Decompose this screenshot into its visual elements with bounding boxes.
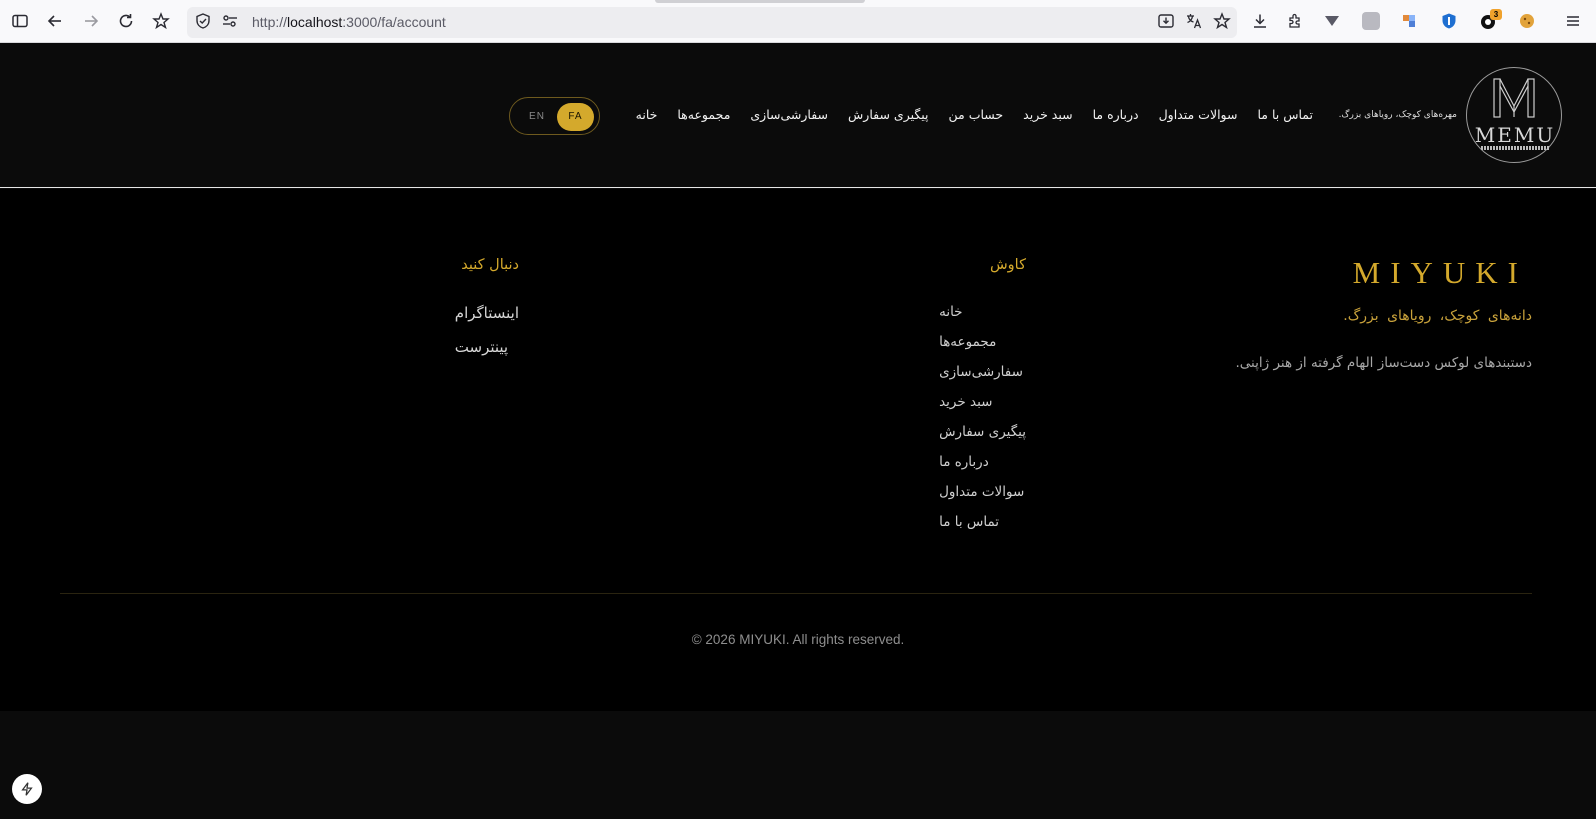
back-icon[interactable] <box>44 10 66 32</box>
extension-puzzle-icon[interactable] <box>1400 12 1418 30</box>
nav-cart[interactable]: سبد خرید <box>1023 107 1072 122</box>
nav-my-account[interactable]: حساب من <box>949 107 1004 122</box>
reload-icon[interactable] <box>115 10 137 32</box>
nav-home[interactable]: خانه <box>636 107 658 122</box>
logo-monogram-icon <box>1493 78 1535 118</box>
social-link-pinterest[interactable]: پینترست <box>455 338 508 356</box>
explore-links: خانه مجموعه‌ها سفارشی‌سازی سبد خرید پیگی… <box>939 304 1026 530</box>
logo-wordmark: MEMU <box>1474 123 1556 147</box>
permissions-icon[interactable] <box>219 10 241 32</box>
download-icon[interactable] <box>1249 10 1271 32</box>
footer-link-cart[interactable]: سبد خرید <box>939 394 992 410</box>
sidebar-icon[interactable] <box>9 10 31 32</box>
footer-link-faq[interactable]: سوالات متداول <box>939 484 1024 500</box>
shield-icon[interactable] <box>192 10 214 32</box>
footer-link-home[interactable]: خانه <box>939 304 962 320</box>
url-prefix: http:// <box>252 14 288 30</box>
footer-link-track-order[interactable]: پیگیری سفارش <box>939 424 1026 440</box>
vpn-extension-icon[interactable] <box>1323 12 1341 30</box>
footer-link-contact[interactable]: تماس با ما <box>939 514 999 530</box>
bookmark-page-icon[interactable] <box>150 10 172 32</box>
copyright: © 2026 MIYUKI. All rights reserved. <box>691 632 905 647</box>
site-header: MEMU مهره‌های کوچک، رویاهای بزرگ. خانه م… <box>0 43 1596 188</box>
tab-strip-hint <box>655 0 865 3</box>
footer-tagline: دانه‌های کوچک، رویاهای بزرگ. <box>1343 308 1532 324</box>
nav-track-order[interactable]: پیگیری سفارش <box>848 107 928 122</box>
star-icon[interactable] <box>1211 10 1233 32</box>
lang-fa-option[interactable]: FA <box>557 103 594 131</box>
extension-gray-icon[interactable] <box>1362 12 1380 30</box>
main-nav: خانه مجموعه‌ها سفارشی‌سازی پیگیری سفارش … <box>636 107 1313 122</box>
footer-brand: MIYUKI <box>1352 255 1528 290</box>
social-links: اینستاگرام پینترست <box>455 304 519 356</box>
translate-icon[interactable] <box>1183 10 1205 32</box>
header-tagline: مهره‌های کوچک، رویاهای بزرگ. <box>1338 110 1457 120</box>
explore-title: کاوش <box>989 257 1026 273</box>
lang-en-option[interactable]: EN <box>520 106 554 128</box>
lightning-icon[interactable] <box>12 774 42 804</box>
install-icon[interactable] <box>1155 10 1177 32</box>
logo-subtext <box>1481 146 1549 150</box>
nav-customize[interactable]: سفارشی‌سازی <box>750 107 828 122</box>
nav-collections[interactable]: مجموعه‌ها <box>677 107 730 122</box>
url-text[interactable]: http://localhost:3000/fa/account <box>252 14 446 30</box>
nav-contact[interactable]: تماس با ما <box>1257 107 1313 122</box>
footer-link-about[interactable]: درباره ما <box>939 454 989 470</box>
site-footer: MIYUKI دانه‌های کوچک، رویاهای بزرگ. دستب… <box>0 189 1596 711</box>
follow-title: دنبال کنید <box>461 257 519 273</box>
footer-divider <box>60 593 1532 594</box>
site-logo[interactable]: MEMU <box>1466 67 1562 163</box>
extension-cookie-icon[interactable] <box>1518 12 1536 30</box>
browser-toolbar: http://localhost:3000/fa/account 3 <box>0 0 1596 43</box>
extension-badge: 3 <box>1490 9 1502 20</box>
nav-faq[interactable]: سوالات متداول <box>1159 107 1238 122</box>
nav-about[interactable]: درباره ما <box>1093 107 1139 122</box>
language-toggle[interactable]: EN FA <box>509 97 600 135</box>
url-path: :3000/fa/account <box>342 14 446 30</box>
footer-description: دستبندهای لوکس دست‌ساز الهام گرفته از هن… <box>1235 355 1532 371</box>
social-link-instagram[interactable]: اینستاگرام <box>455 304 519 322</box>
forward-icon[interactable] <box>80 10 102 32</box>
footer-link-collections[interactable]: مجموعه‌ها <box>939 334 996 350</box>
menu-icon[interactable] <box>1562 10 1584 32</box>
extensions-icon[interactable] <box>1284 10 1306 32</box>
footer-link-customize[interactable]: سفارشی‌سازی <box>939 364 1023 380</box>
shield-extension-icon[interactable] <box>1440 12 1458 30</box>
url-host: localhost <box>287 14 343 30</box>
